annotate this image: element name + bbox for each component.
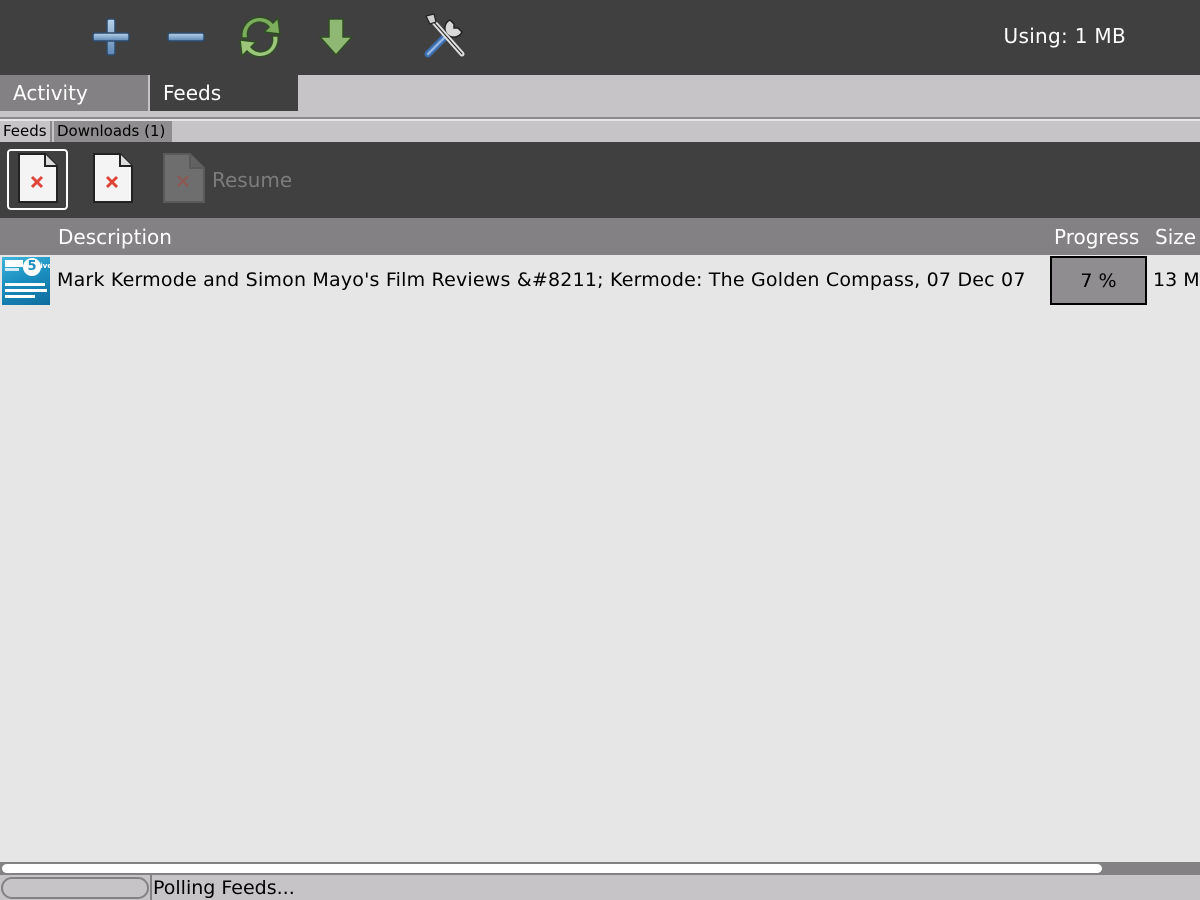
download-progress-text: 7 % (1080, 270, 1117, 292)
main-tab-bar: Activity Feeds (0, 75, 1200, 119)
column-header-progress[interactable]: Progress (1054, 225, 1139, 249)
subtab-feeds[interactable]: Feeds (0, 121, 52, 142)
status-bar: Polling Feeds... (0, 875, 1200, 900)
column-header-size[interactable]: Size (1155, 225, 1196, 249)
status-divider (150, 875, 152, 900)
status-progress-indicator (1, 877, 149, 899)
remove-feed-button[interactable] (155, 6, 217, 68)
tab-activity[interactable]: Activity (0, 75, 148, 111)
bbc-5-live-podcast-thumbnail: 5 live (2, 257, 50, 305)
refresh-feeds-button[interactable] (229, 6, 291, 68)
download-button[interactable] (305, 6, 367, 68)
add-feed-button[interactable] (80, 6, 142, 68)
tab-feeds[interactable]: Feeds (150, 75, 298, 111)
download-row[interactable]: 5 live Mark Kermode and Simon Mayo's Fil… (0, 255, 1200, 307)
download-size: 13 M (1153, 269, 1200, 291)
down-arrow-icon (314, 15, 358, 59)
download-progress-bar: 7 % (1050, 256, 1147, 305)
resume-label: Resume (212, 167, 293, 192)
storage-usage-label: Using: 1 MB (1003, 24, 1126, 48)
main-toolbar: Using: 1 MB (0, 0, 1200, 75)
resume-document-icon (160, 152, 208, 208)
refresh-icon (233, 12, 287, 62)
plus-icon (89, 15, 133, 59)
cancel-download-button[interactable] (7, 149, 68, 210)
status-text: Polling Feeds... (153, 877, 295, 899)
download-description: Mark Kermode and Simon Mayo's Film Revie… (57, 269, 1026, 291)
horizontal-scrollbar[interactable] (0, 862, 1200, 875)
cancel-document-icon (90, 152, 136, 208)
tools-icon (418, 10, 472, 64)
downloads-table-header: Description Progress Size (0, 218, 1200, 255)
subtab-downloads[interactable]: Downloads (1) (54, 121, 172, 142)
cancel-document-icon (15, 152, 61, 208)
resume-download-button[interactable]: Resume (160, 149, 320, 210)
minus-icon (164, 15, 208, 59)
cancel-all-downloads-button[interactable] (82, 149, 144, 210)
settings-button[interactable] (414, 6, 476, 68)
downloads-action-bar: Resume (0, 142, 1200, 218)
column-header-description[interactable]: Description (58, 225, 172, 249)
sub-tab-bar: Feeds Downloads (1) (0, 121, 1200, 142)
horizontal-scrollbar-thumb[interactable] (2, 864, 1102, 873)
